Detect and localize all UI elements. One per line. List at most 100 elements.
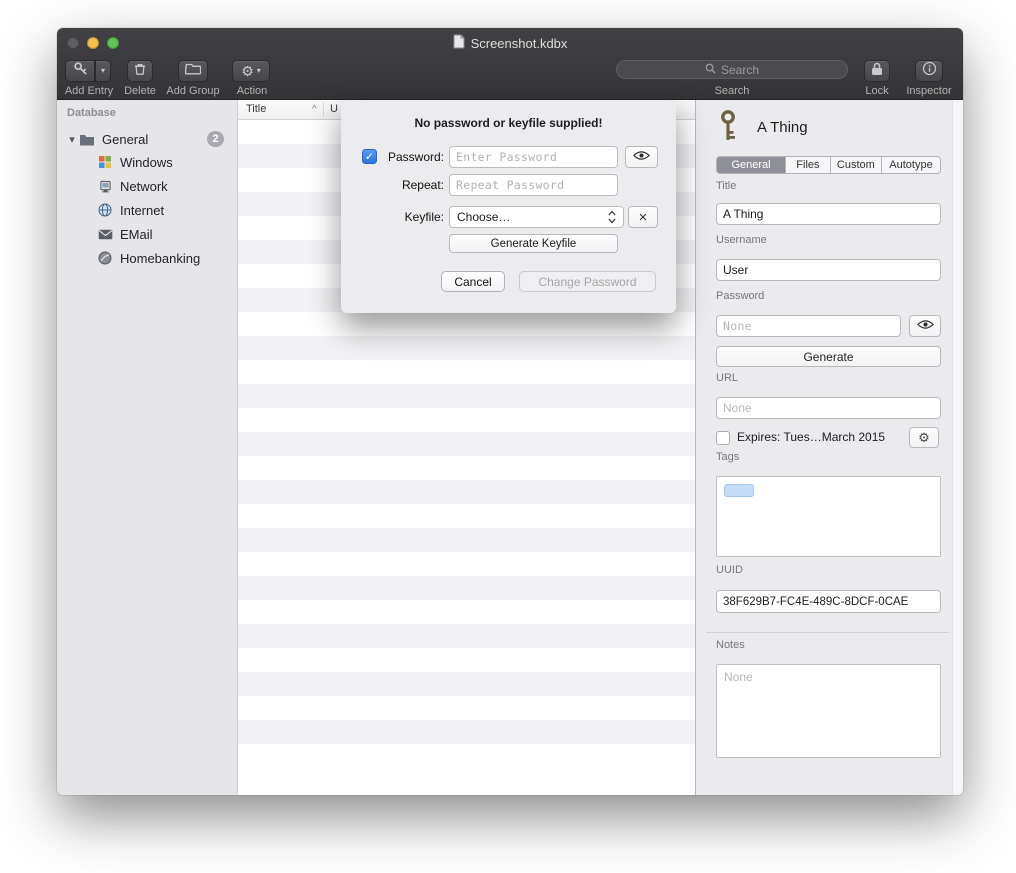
sidebar-item-label: Windows <box>120 155 173 170</box>
tag-chip[interactable] <box>724 484 754 497</box>
add-entry-label: Add Entry <box>61 85 117 97</box>
column-divider[interactable] <box>323 102 324 117</box>
window-title: Screenshot.kdbx <box>471 36 568 51</box>
search-placeholder: Search <box>721 63 759 77</box>
search-icon <box>705 63 716 77</box>
expires-options-button[interactable]: ⚙ <box>909 427 939 448</box>
sidebar-item-label: Network <box>120 179 168 194</box>
title-label: Title <box>716 180 736 192</box>
windows-icon <box>97 155 113 169</box>
username-label: Username <box>716 234 767 246</box>
notes-field[interactable] <box>716 664 941 758</box>
keyfile-clear-button[interactable]: × <box>628 206 658 228</box>
document-icon <box>453 34 465 52</box>
username-field[interactable] <box>716 259 941 281</box>
info-icon <box>922 61 937 81</box>
url-field[interactable] <box>716 397 941 419</box>
sidebar-item-label: EMail <box>120 227 153 242</box>
generate-keyfile-button[interactable]: Generate Keyfile <box>449 234 618 253</box>
tab-autotype[interactable]: Autotype <box>882 157 940 173</box>
clear-icon: × <box>639 209 648 226</box>
keyfile-value: Choose… <box>457 210 510 224</box>
inspector-divider <box>706 632 949 633</box>
tags-label: Tags <box>716 451 739 463</box>
password-label: Password: <box>371 146 444 168</box>
change-password-button[interactable]: Change Password <box>519 271 656 292</box>
change-password-sheet: No password or keyfile supplied! ✓ Passw… <box>341 100 676 313</box>
add-group-button[interactable] <box>178 60 208 82</box>
action-button[interactable]: ⚙ ▾ <box>232 60 270 82</box>
sidebar-item-windows[interactable]: Windows <box>57 150 237 174</box>
inspector-scrollbar[interactable] <box>952 100 963 795</box>
search-input[interactable]: Search <box>616 60 848 79</box>
repeat-label: Repeat: <box>371 174 444 196</box>
password-label: Password <box>716 290 764 302</box>
globe-icon <box>97 203 113 217</box>
search-label: Search <box>700 85 764 97</box>
reveal-password-button[interactable] <box>909 315 941 337</box>
action-label: Action <box>228 85 276 97</box>
column-header-title[interactable]: Title <box>246 103 266 115</box>
entry-count-badge: 2 <box>207 131 224 147</box>
expires-checkbox[interactable] <box>716 431 730 445</box>
inspector-panel: A Thing General Files Custom Autotype Ti… <box>695 100 963 795</box>
chevron-down-icon: ▾ <box>257 67 261 75</box>
reveal-password-button[interactable] <box>625 146 658 168</box>
url-label: URL <box>716 372 738 384</box>
sidebar-item-label: Internet <box>120 203 164 218</box>
inspector-label: Inspector <box>900 85 958 97</box>
keyfile-label: Keyfile: <box>371 206 444 228</box>
repeat-password-input[interactable] <box>449 174 618 196</box>
sidebar-item-homebanking[interactable]: Homebanking <box>57 246 237 270</box>
window-chrome: Screenshot.kdbx ▾ Add Entry Delete Add G… <box>57 28 963 100</box>
coin-icon <box>97 251 113 265</box>
popup-chevrons-icon <box>608 210 616 224</box>
sidebar-item-label: General <box>102 132 148 147</box>
gear-icon: ⚙ <box>241 64 254 78</box>
add-entry-dropdown[interactable]: ▾ <box>95 60 111 82</box>
keyfile-popup[interactable]: Choose… <box>449 206 624 228</box>
password-field[interactable] <box>716 315 901 337</box>
lock-icon <box>871 62 883 81</box>
lock-button[interactable] <box>864 60 890 82</box>
entry-title: A Thing <box>757 119 808 136</box>
add-group-label: Add Group <box>160 85 226 97</box>
inspector-toggle-button[interactable] <box>915 60 943 82</box>
tab-files[interactable]: Files <box>786 157 831 173</box>
sidebar-item-network[interactable]: Network <box>57 174 237 198</box>
chevron-down-icon: ▾ <box>101 67 105 75</box>
sort-indicator-icon: ^ <box>312 104 317 115</box>
sidebar-item-general[interactable]: ▾ General 2 <box>57 127 237 151</box>
delete-label: Delete <box>115 85 165 97</box>
key-plus-icon <box>73 61 88 81</box>
delete-button[interactable] <box>127 60 153 82</box>
eye-icon <box>917 319 934 333</box>
tab-general[interactable]: General <box>717 157 786 173</box>
sidebar-section-header: Database <box>67 107 116 119</box>
uuid-label: UUID <box>716 564 743 576</box>
generate-password-button[interactable]: Generate <box>716 346 941 367</box>
folder-plus-icon <box>185 62 201 80</box>
add-entry-button[interactable] <box>65 60 95 82</box>
sidebar-item-email[interactable]: EMail <box>57 222 237 246</box>
expires-label: Expires: Tues…March 2015 <box>737 430 885 444</box>
dialog-message: No password or keyfile supplied! <box>341 116 676 130</box>
sidebar-item-internet[interactable]: Internet <box>57 198 237 222</box>
titlebar: Screenshot.kdbx <box>57 28 963 58</box>
folder-icon <box>79 133 95 146</box>
sidebar-item-label: Homebanking <box>120 251 200 266</box>
tags-box[interactable] <box>716 476 941 557</box>
lock-label: Lock <box>852 85 902 97</box>
uuid-field[interactable] <box>716 590 941 613</box>
cancel-button[interactable]: Cancel <box>441 271 505 292</box>
column-header-username[interactable]: U <box>330 103 338 115</box>
password-input[interactable] <box>449 146 618 168</box>
macpass-window: Screenshot.kdbx ▾ Add Entry Delete Add G… <box>57 28 963 795</box>
gear-icon: ⚙ <box>918 431 930 444</box>
title-field[interactable] <box>716 203 941 225</box>
tab-custom[interactable]: Custom <box>831 157 882 173</box>
entry-key-icon <box>718 109 738 146</box>
sidebar: Database ▾ General 2 Windows Network <box>57 100 237 795</box>
network-icon <box>97 180 113 193</box>
disclosure-triangle-icon[interactable]: ▾ <box>65 133 79 146</box>
